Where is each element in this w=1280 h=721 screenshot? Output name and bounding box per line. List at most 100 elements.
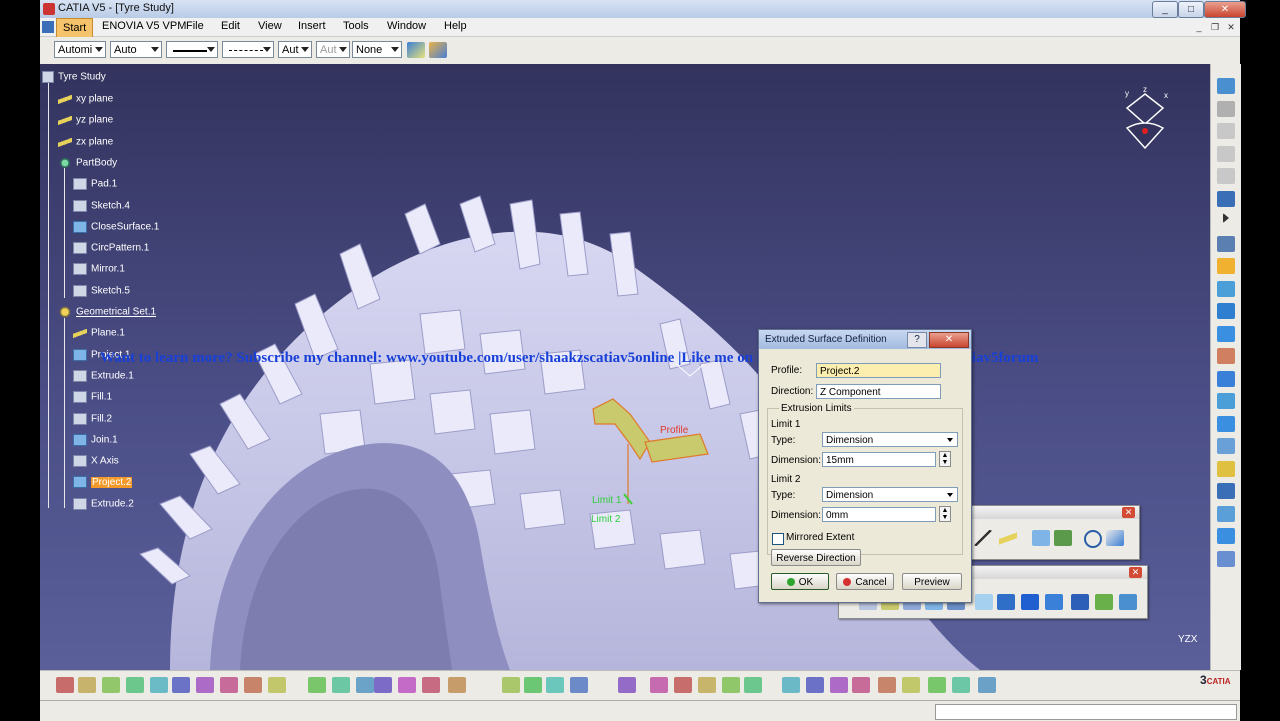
- fill-icon[interactable]: [1095, 594, 1113, 610]
- point-symbol-combo[interactable]: Aut: [278, 41, 312, 58]
- layer-filter-combo[interactable]: Aut: [316, 41, 350, 58]
- limit1-type-select[interactable]: Dimension: [822, 432, 958, 447]
- catalog-icon[interactable]: [422, 677, 440, 693]
- line-icon[interactable]: [974, 530, 992, 546]
- tree-node[interactable]: Join.1: [73, 433, 118, 446]
- measure-icon[interactable]: [448, 677, 466, 693]
- limit2-type-select[interactable]: Dimension: [822, 487, 958, 502]
- tree-node[interactable]: yz plane: [58, 114, 113, 127]
- join-tool-icon[interactable]: [1217, 483, 1235, 499]
- cylinder-icon[interactable]: [1071, 594, 1089, 610]
- boundary-icon[interactable]: [1217, 460, 1235, 477]
- update-icon[interactable]: [502, 677, 520, 693]
- arrow-right-icon[interactable]: [1223, 213, 1229, 223]
- limit1-dimension-field[interactable]: 15mm: [822, 452, 936, 467]
- sketch-tool-icon[interactable]: [1217, 235, 1235, 252]
- tree-node[interactable]: Fill.2: [73, 412, 112, 425]
- profile-field[interactable]: Project.2: [816, 363, 941, 378]
- sweep-tool-icon[interactable]: [1217, 370, 1235, 387]
- doc-close-button[interactable]: ✕: [1224, 21, 1238, 33]
- tree-node[interactable]: Fill.1: [73, 391, 112, 404]
- tree-node[interactable]: CloseSurface.1: [73, 220, 159, 233]
- revolve-icon[interactable]: [1217, 280, 1235, 297]
- redo-icon[interactable]: [244, 677, 262, 693]
- extrude-icon[interactable]: [997, 594, 1015, 610]
- hide-show-icon[interactable]: [952, 677, 970, 693]
- tree-node[interactable]: PartBody: [58, 156, 117, 169]
- dialog-help-button[interactable]: ?: [907, 332, 927, 348]
- tree-node[interactable]: Project.2: [73, 476, 133, 489]
- linetype-combo[interactable]: [166, 41, 218, 58]
- tree-node[interactable]: Geometrical Set.1: [58, 306, 156, 318]
- view3-icon[interactable]: [1217, 168, 1235, 184]
- floating-toolbar-2-close-button[interactable]: ✕: [1129, 567, 1142, 578]
- healing-icon[interactable]: [1217, 505, 1235, 522]
- table-icon[interactable]: [374, 677, 392, 693]
- menu-file[interactable]: File: [186, 20, 204, 32]
- analyze-icon[interactable]: [570, 677, 588, 693]
- render-icon[interactable]: [928, 677, 946, 693]
- close-button[interactable]: ✕: [1204, 1, 1246, 18]
- offset-icon[interactable]: [1217, 348, 1235, 364]
- zoom-icon[interactable]: [975, 594, 993, 610]
- tree-node[interactable]: CircPattern.1: [73, 242, 149, 255]
- menu-edit[interactable]: Edit: [221, 20, 240, 32]
- projection-icon[interactable]: [1032, 530, 1050, 546]
- print-icon[interactable]: [126, 677, 144, 693]
- dialog-title-bar[interactable]: Extruded Surface Definition ? ✕: [759, 330, 971, 349]
- curvature-icon[interactable]: [722, 677, 740, 693]
- menu-view[interactable]: View: [258, 20, 282, 32]
- view-icon[interactable]: [1217, 123, 1235, 139]
- menu-help[interactable]: Help: [444, 20, 467, 32]
- cylinder-surface-icon[interactable]: [1217, 325, 1235, 342]
- move-icon[interactable]: [806, 677, 824, 693]
- whats-this-icon[interactable]: [268, 677, 286, 693]
- intersection-icon[interactable]: [1054, 530, 1072, 546]
- paste-icon[interactable]: [196, 677, 214, 693]
- command-input[interactable]: [935, 704, 1237, 720]
- floating-toolbar-close-button[interactable]: ✕: [1122, 507, 1135, 518]
- swap-visible-icon[interactable]: [1217, 78, 1235, 94]
- view2-icon[interactable]: [1217, 145, 1235, 162]
- wireframe-icon[interactable]: [674, 677, 692, 693]
- select-icon[interactable]: [1217, 190, 1235, 207]
- tree-node[interactable]: xy plane: [58, 93, 113, 105]
- menu-window[interactable]: Window: [387, 20, 426, 32]
- limit2-dimension-field[interactable]: 0mm: [822, 507, 936, 522]
- minimize-button[interactable]: _: [1152, 1, 1178, 18]
- cube-icon[interactable]: [1045, 594, 1063, 610]
- preview-button[interactable]: Preview: [902, 573, 962, 590]
- direction-field[interactable]: Z Component: [816, 384, 941, 399]
- tree-node[interactable]: Plane.1: [73, 327, 125, 340]
- reverse-direction-button[interactable]: Reverse Direction: [771, 549, 861, 566]
- open-icon[interactable]: [78, 677, 96, 693]
- ok-button[interactable]: OK: [771, 573, 829, 590]
- sweep-icon[interactable]: [1119, 594, 1137, 610]
- split-icon[interactable]: [1217, 550, 1235, 567]
- mirrored-extent-checkbox[interactable]: [772, 533, 784, 545]
- tree-node[interactable]: zx plane: [58, 135, 113, 148]
- tree-root[interactable]: Tyre Study: [42, 71, 106, 83]
- circle-icon[interactable]: [1084, 530, 1102, 548]
- formula-icon[interactable]: [308, 677, 326, 693]
- undo-icon[interactable]: [220, 677, 238, 693]
- compass-icon[interactable]: y z x: [1115, 86, 1175, 156]
- lineweight-combo[interactable]: [222, 41, 274, 58]
- grid-icon[interactable]: [1021, 594, 1039, 610]
- cut-icon[interactable]: [150, 677, 168, 693]
- window-title-bar[interactable]: CATIA V5 - [Tyre Study] _ □ ✕: [40, 0, 1246, 18]
- fill-surface-icon[interactable]: [1217, 393, 1235, 409]
- copy-icon[interactable]: [172, 677, 190, 693]
- tree-node[interactable]: X Axis: [73, 455, 119, 468]
- extruded-surface-dialog[interactable]: Extruded Surface Definition ? ✕ Profile:…: [758, 329, 972, 603]
- menu-enovia[interactable]: ENOVIA V5 VPM: [102, 20, 186, 32]
- tree-node[interactable]: Extrude.1: [73, 369, 134, 382]
- surface-icon[interactable]: [698, 677, 716, 693]
- limit2-spinner[interactable]: ▲ ▼: [939, 506, 951, 522]
- cancel-button[interactable]: Cancel: [836, 573, 894, 590]
- plane-tool-icon[interactable]: [999, 530, 1017, 546]
- fit-all-icon[interactable]: [524, 677, 542, 693]
- save-icon[interactable]: [102, 677, 120, 693]
- new-icon[interactable]: [56, 677, 74, 693]
- doc-restore-button[interactable]: ❐: [1208, 21, 1222, 33]
